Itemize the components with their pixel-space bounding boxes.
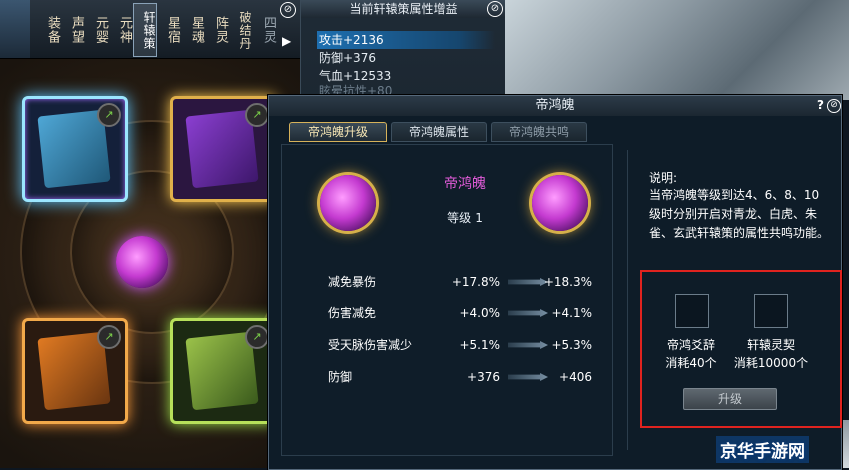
left-panel-close-icon[interactable]: ⊘ bbox=[280, 2, 296, 18]
tab-xinghun[interactable]: 星魂 bbox=[182, 4, 204, 56]
stat-label: 防御 bbox=[328, 370, 353, 384]
tab-xingxiu[interactable]: 星宿 bbox=[158, 4, 180, 56]
character-tab-bar: 装备 声望 元婴 元神 轩辕策 星宿 星魂 阵灵 破结丹 四灵 ▶ ⊘ bbox=[0, 0, 300, 59]
material-name: 帝鸿爻辞 bbox=[666, 338, 715, 352]
xuanwu-book-slot[interactable]: ↗ bbox=[170, 318, 276, 424]
stat-label: 减免暴伤 bbox=[328, 275, 377, 289]
upgrade-button[interactable]: 升级 bbox=[683, 388, 777, 410]
tab-siling[interactable]: 四灵 bbox=[254, 4, 276, 56]
item-level: 等级 1 bbox=[420, 209, 510, 226]
material-cost: 消耗10000个 bbox=[733, 356, 809, 370]
material-cost: 消耗40个 bbox=[665, 356, 717, 370]
zhuque-book-slot[interactable]: ↗ bbox=[22, 318, 128, 424]
stat-next: +4.1% bbox=[551, 306, 592, 320]
stat-next: +406 bbox=[559, 370, 592, 384]
tab-yuanshen[interactable]: 元神 bbox=[110, 4, 132, 56]
description-title: 说明: bbox=[649, 171, 678, 185]
item-name: 帝鸿魄 bbox=[444, 176, 486, 192]
stat-next: +18.3% bbox=[543, 275, 592, 289]
tab-resonance[interactable]: 帝鸿魄共鸣 bbox=[491, 122, 587, 142]
column-divider bbox=[627, 150, 628, 450]
upgrade-arrow-icon: ↗ bbox=[97, 325, 121, 349]
material-name: 轩辕灵契 bbox=[746, 338, 795, 352]
tab-yuanying[interactable]: 元婴 bbox=[86, 4, 108, 56]
bonus-row-attack[interactable]: 攻击+2136 bbox=[317, 31, 495, 49]
dihongpo-orb-icon[interactable] bbox=[116, 236, 168, 288]
level-value: 1 bbox=[475, 211, 483, 225]
next-level-orb-icon bbox=[532, 175, 588, 231]
tabs-next-arrow-icon[interactable]: ▶ bbox=[282, 34, 291, 48]
stat-label: 伤害减免 bbox=[328, 306, 377, 320]
tab-attributes[interactable]: 帝鸿魄属性 bbox=[391, 122, 487, 142]
tab-xuanyuance[interactable]: 轩辕策 bbox=[133, 3, 157, 57]
game-world-background bbox=[505, 0, 849, 100]
xuanyuan-book-panel: 装备 声望 元婴 元神 轩辕策 星宿 星魂 阵灵 破结丹 四灵 ▶ ⊘ ↗ ↗ … bbox=[0, 0, 301, 468]
bonus-row-defense[interactable]: 防御+376 bbox=[317, 49, 495, 67]
bonus-panel-title: 当前轩辕策属性增益 bbox=[301, 0, 506, 18]
dihongpo-dialog: 帝鸿魄 ? ⊘ 帝鸿魄升级 帝鸿魄属性 帝鸿魄共鸣 帝鸿魄 等级 1 减免暴伤 +… bbox=[268, 95, 842, 470]
dialog-title: 帝鸿魄 bbox=[269, 96, 841, 116]
upgrade-preview-frame: 帝鸿魄 等级 1 减免暴伤 +17.8% +18.3% 伤害减免 +4.0% +4… bbox=[281, 144, 613, 456]
tab-equipment[interactable]: 装备 bbox=[38, 4, 60, 56]
current-orb-icon bbox=[320, 175, 376, 231]
qinglong-book-slot[interactable]: ↗ bbox=[22, 96, 128, 202]
panel-emblem-icon bbox=[0, 0, 30, 58]
dialog-close-icon[interactable]: ⊘ bbox=[827, 99, 841, 113]
stat-next: +5.3% bbox=[551, 338, 592, 352]
bonus-panel-close-icon[interactable]: ⊘ bbox=[487, 1, 503, 17]
upgrade-arrow-icon: ↗ bbox=[245, 325, 269, 349]
tab-pojiedan[interactable]: 破结丹 bbox=[230, 4, 252, 56]
site-watermark-logo: 京华手游网 bbox=[716, 436, 809, 463]
level-label: 等级 bbox=[447, 211, 472, 225]
stat-current: +17.8% bbox=[451, 275, 500, 289]
description-text: 当帝鸿魄等级到达4、6、8、10级时分别开启对青龙、白虎、朱雀、玄武轩辕策的属性… bbox=[649, 188, 830, 240]
material-slot-dihong-yaoci[interactable] bbox=[675, 294, 709, 328]
upgrade-arrow-icon: ↗ bbox=[97, 103, 121, 127]
stat-current: +376 bbox=[467, 370, 500, 384]
tab-upgrade[interactable]: 帝鸿魄升级 bbox=[289, 122, 387, 142]
stat-current: +5.1% bbox=[459, 338, 500, 352]
stat-current: +4.0% bbox=[459, 306, 500, 320]
upgrade-arrow-icon: ↗ bbox=[245, 103, 269, 127]
tab-zhenling[interactable]: 阵灵 bbox=[206, 4, 228, 56]
baihu-book-slot[interactable]: ↗ bbox=[170, 96, 276, 202]
stat-label: 受天脉伤害减少 bbox=[328, 338, 413, 352]
material-slot-xuanyuan-lingqi[interactable] bbox=[754, 294, 788, 328]
help-icon[interactable]: ? bbox=[817, 98, 824, 112]
tab-reputation[interactable]: 声望 bbox=[62, 4, 84, 56]
upgrade-materials-box: 帝鸿爻辞 消耗40个 轩辕灵契 消耗10000个 升级 bbox=[640, 270, 842, 428]
